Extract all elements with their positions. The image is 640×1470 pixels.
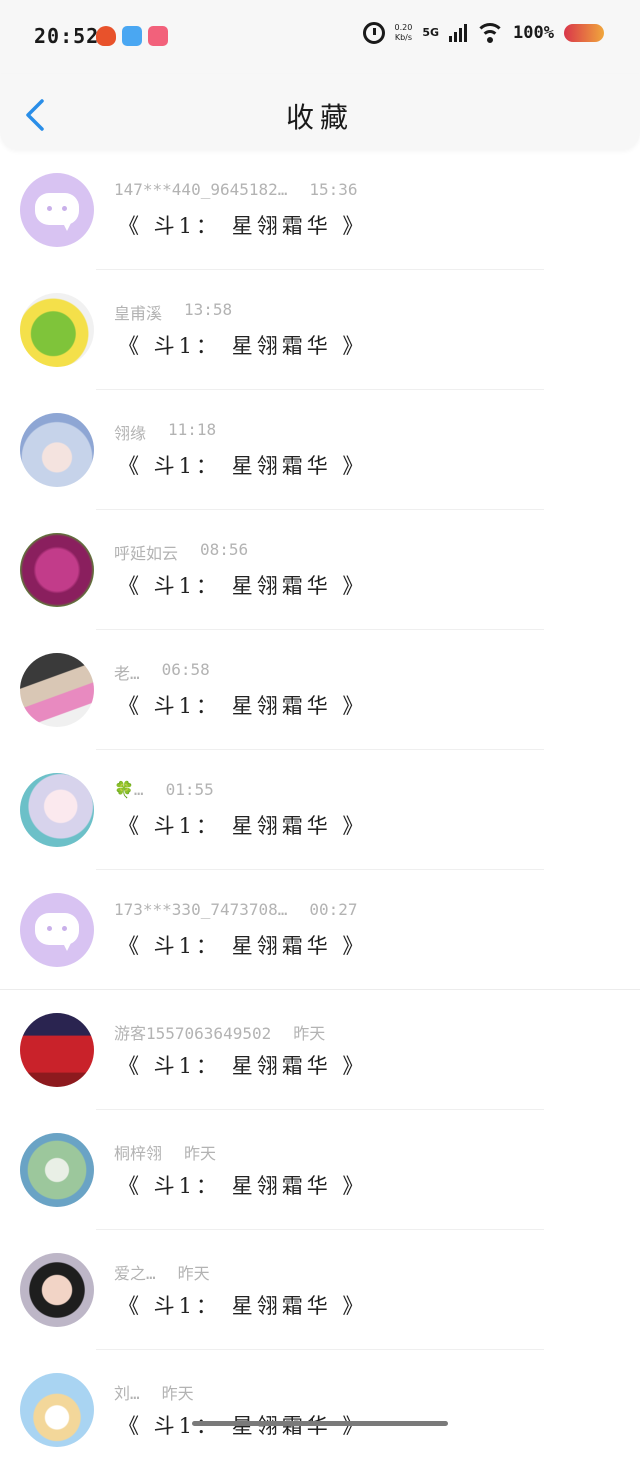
list-item[interactable]: 爱之… 昨天 《 斗1： 星翎霜华 》 [0,1230,640,1350]
avatar[interactable] [20,533,94,607]
home-indicator[interactable] [192,1421,448,1426]
message-text: 《 斗1： 星翎霜华 》 [118,454,368,478]
sender-name: 147***440_9645182… [114,180,288,199]
avatar[interactable] [20,1133,94,1207]
message-text: 《 斗1： 星翎霜华 》 [118,334,368,358]
list-item[interactable]: 桐梓翎 昨天 《 斗1： 星翎霜华 》 [0,1110,640,1230]
alarm-icon [362,22,385,44]
list-item[interactable]: 呼延如云 08:56 《 斗1： 星翎霜华 》 [0,510,640,630]
message-text: 《 斗1： 星翎霜华 》 [118,1054,368,1078]
message-time: 11:18 [168,420,217,439]
message-time: 15:36 [309,180,358,199]
message-time: 昨天 [293,1024,326,1043]
status-time: 20:52 [34,24,100,48]
message-time: 昨天 [161,1384,194,1403]
status-indicators: 0.20 Kb/s 5G 100% [362,22,604,44]
message-time: 13:58 [184,300,233,319]
signal-icon [449,24,468,42]
video-app-icon [148,26,168,46]
list-item[interactable]: 翎缘 11:18 《 斗1： 星翎霜华 》 [0,390,640,510]
message-text: 《 斗1： 星翎霜华 》 [118,814,368,838]
net-speed: 0.20 Kb/s [395,23,413,43]
battery-percent: 100% [513,23,554,43]
default-avatar-icon[interactable] [20,173,94,247]
list-item[interactable]: 刘… 昨天 《 斗1： 星翎霜华 》 [0,1350,640,1470]
message-text: 《 斗1： 星翎霜华 》 [118,934,368,958]
net-speed-value: 0.20 [394,23,413,32]
status-bar: 20:52 0.20 Kb/s 5G 100% [0,0,640,74]
message-time: 昨天 [184,1144,217,1163]
avatar[interactable] [20,413,94,487]
sender-name: 呼延如云 [114,544,179,563]
list-item[interactable]: 147***440_9645182… 15:36 《 斗1： 星翎霜华 》 [0,150,640,270]
message-time: 00:27 [309,900,358,919]
wifi-icon [477,23,504,43]
message-text: 《 斗1： 星翎霜华 》 [118,1174,368,1198]
list-item[interactable]: 🍀… 01:55 《 斗1： 星翎霜华 》 [0,750,640,870]
sender-name: 游客1557063649502 [114,1024,272,1043]
page-title: 收藏 [285,101,354,134]
sender-name: 173***330_7473708… [114,900,288,919]
sender-name: 皇甫溪 [114,304,163,323]
list-item[interactable]: 老… 06:58 《 斗1： 星翎霜华 》 [0,630,640,750]
message-time: 昨天 [177,1264,210,1283]
message-time: 01:55 [165,780,214,799]
net-speed-unit: Kb/s [394,33,413,42]
list-item[interactable]: 皇甫溪 13:58 《 斗1： 星翎霜华 》 [0,270,640,390]
sender-name: 老… [114,664,140,683]
nav-bar: 收藏 [0,74,640,150]
cloud-app-icon [122,26,142,46]
list-item[interactable]: 游客1557063649502 昨天 《 斗1： 星翎霜华 》 [0,990,640,1110]
avatar[interactable] [20,1013,94,1087]
message-text: 《 斗1： 星翎霜华 》 [118,214,368,238]
battery-icon [564,24,604,42]
avatar[interactable] [20,653,94,727]
sender-name: 爱之… [114,1264,156,1283]
message-text: 《 斗1： 星翎霜华 》 [118,694,368,718]
sender-name: 桐梓翎 [114,1144,163,1163]
network-type: 5G [422,26,440,39]
default-avatar-icon[interactable] [20,893,94,967]
message-time: 08:56 [200,540,249,559]
sender-name: 翎缘 [114,424,147,443]
app-notification-icon [96,26,116,46]
sender-name: 刘… [114,1384,140,1403]
favorites-list: 147***440_9645182… 15:36 《 斗1： 星翎霜华 》 皇甫溪… [0,150,640,1470]
avatar[interactable] [20,293,94,367]
message-time: 06:58 [161,660,210,679]
status-app-icons [96,26,168,46]
avatar[interactable] [20,1253,94,1327]
avatar[interactable] [20,773,94,847]
list-item[interactable]: 173***330_7473708… 00:27 《 斗1： 星翎霜华 》 [0,870,640,990]
message-text: 《 斗1： 星翎霜华 》 [118,574,368,598]
avatar[interactable] [20,1373,94,1447]
message-text: 《 斗1： 星翎霜华 》 [118,1294,368,1318]
sender-name: 🍀… [114,780,144,799]
